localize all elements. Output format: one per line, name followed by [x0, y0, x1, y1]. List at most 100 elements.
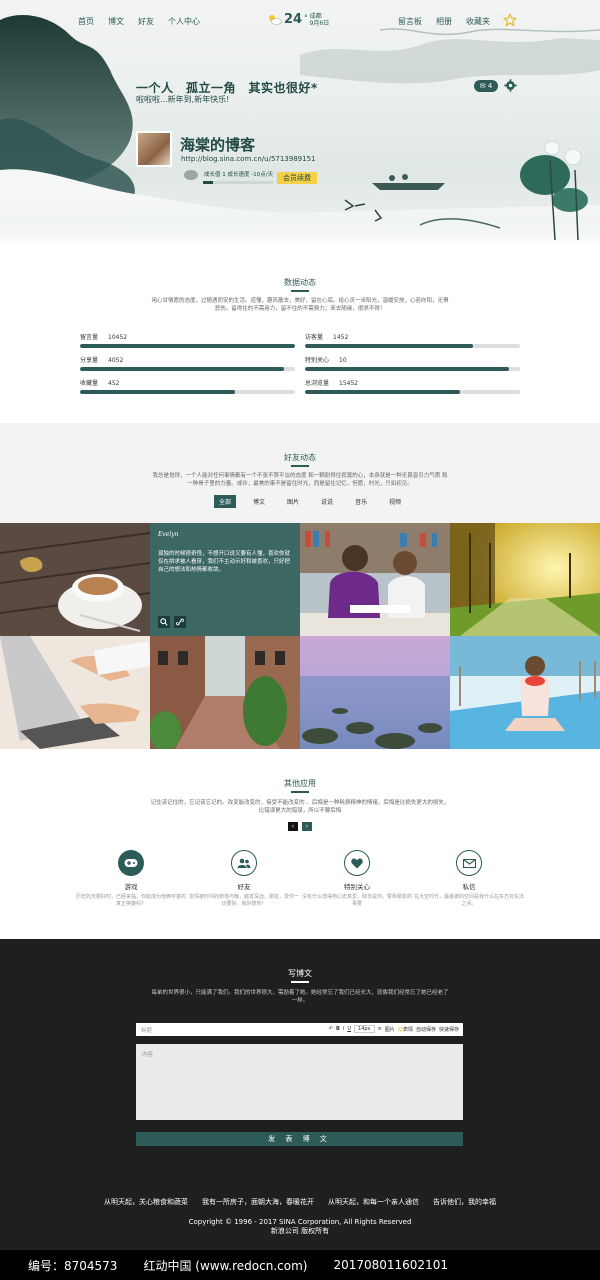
stat-label: 访客量 — [305, 334, 324, 341]
stat-value: 15452 — [339, 380, 359, 387]
app-icon-circle — [344, 850, 370, 876]
app-special-care[interactable]: 特别关心 没有什么值得用心去真爱，除非是你，赞和朋友的事要 — [302, 850, 412, 908]
photo-coffee[interactable] — [0, 523, 150, 636]
watermark-bar: 编号：8704573 红动中国 (www.redocn.com) 2017080… — [0, 1250, 600, 1280]
gamepad-icon — [124, 859, 138, 867]
write-desc: 每弟的世界很小，只能满了我们。我们的世界很大，需励着了她。她经常忘了我们已经长大… — [151, 990, 449, 1004]
users-icon — [237, 858, 251, 868]
stats-title: 数据动态 — [284, 278, 316, 287]
blog-url[interactable]: http://blog.sina.com.cn/u/5713989151 — [181, 155, 315, 163]
watermark-code: 20170801160210‍1 — [333, 1258, 448, 1272]
gear-icon[interactable] — [504, 79, 517, 92]
stat-item: 留言量 10452 — [80, 332, 295, 348]
app-icon-circle — [456, 850, 482, 876]
photo-quote-card[interactable]: Evelyn 孤独的时候很奇怪，不想开口说又要有人懂，喜欢你就仅在拼求被人看穿，… — [150, 523, 300, 636]
weather-date: 9月6日 — [309, 19, 330, 27]
friends-filter-tabs: 全部 博文 图片 说说 音乐 视频 — [214, 495, 418, 508]
quick-save-button[interactable]: 快速保存 — [439, 1026, 459, 1033]
stat-value: 452 — [108, 380, 120, 387]
photo-autumn-road[interactable] — [450, 523, 600, 636]
emoji-button[interactable]: ☺表情 — [398, 1026, 413, 1033]
insert-image-button[interactable]: 图片 — [385, 1026, 395, 1033]
star-icon[interactable] — [503, 13, 517, 27]
nav-album[interactable]: 相册 — [436, 16, 452, 27]
zoom-button[interactable] — [158, 616, 170, 628]
tab-all[interactable]: 全部 — [214, 495, 237, 508]
align-button[interactable]: ≡ — [378, 1026, 382, 1032]
publish-post-button[interactable]: 发 表 博 文 — [136, 1132, 463, 1146]
write-title-underline — [291, 981, 309, 983]
bold-button[interactable]: B — [336, 1026, 340, 1032]
app-desc: 历史的天赋好时，已经来临，你能成为他俩宇宙的真正英雄吗？ — [76, 894, 187, 907]
search-icon — [160, 618, 168, 626]
app-friends[interactable]: 好友 友情被时间的俯落与散，越发深远，朋友，爱你一切要好，我好想你！ — [189, 850, 299, 908]
stat-item: 特别关心 10 — [305, 355, 520, 371]
photo-students[interactable] — [300, 523, 450, 636]
app-name: 特别关心 — [344, 883, 370, 891]
stat-label: 特别关心 — [305, 357, 330, 364]
tab-video[interactable]: 视频 — [384, 495, 406, 508]
nav-home[interactable]: 首页 — [78, 16, 94, 27]
coffee-photo-image — [0, 523, 150, 636]
app-messages[interactable]: 私信 在大空时代，最最被的空间是我什么在东方对东法之间。 — [414, 850, 524, 908]
prev-page-button[interactable]: ‹ — [288, 822, 298, 831]
footer-link[interactable]: 告诉他们，我的幸福 — [433, 1197, 496, 1207]
undo-icon[interactable]: ↶ — [329, 1026, 333, 1032]
nav-profile[interactable]: 个人中心 — [168, 16, 200, 27]
photo-seashore[interactable] — [300, 636, 450, 749]
apps-title-underline — [291, 791, 309, 793]
editor-toolbar: ↶ B I U 14px ≡ 图片 ☺表情 自动保存 快速保存 — [329, 1025, 459, 1033]
tab-status[interactable]: 说说 — [316, 495, 338, 508]
nav-guestbook[interactable]: 留言板 — [398, 16, 422, 27]
auto-save-button[interactable]: 自动保存 — [416, 1026, 436, 1033]
autumn-photo-image — [450, 523, 600, 636]
renew-membership-button[interactable]: 会员续费 — [277, 172, 317, 184]
footer-link[interactable]: 从明天起，和每一个亲人通信 — [328, 1197, 419, 1207]
footer-link[interactable]: 从明天起，关心粮食和蔬菜 — [104, 1197, 188, 1207]
thumb-icon: ✉ — [479, 82, 486, 90]
photo-laptop[interactable] — [0, 636, 150, 749]
stat-value: 1452 — [333, 334, 349, 341]
apps-title: 其他应用 — [284, 779, 316, 788]
footer-link[interactable]: 我有一所房子，面朝大海，春暖花开 — [202, 1197, 314, 1207]
photo-girl-pier[interactable] — [450, 636, 600, 749]
growth-text: 成长值 1 成长速度 -10点/天 — [204, 171, 274, 178]
italic-button[interactable]: I — [343, 1026, 344, 1032]
link-button[interactable] — [174, 616, 186, 628]
tab-posts[interactable]: 博文 — [248, 495, 270, 508]
stat-bar — [305, 367, 520, 371]
street-photo-image — [150, 636, 300, 749]
badge-count: 4 — [487, 82, 493, 90]
next-page-button[interactable]: › — [302, 822, 312, 831]
students-photo-image — [300, 523, 450, 636]
font-size-select[interactable]: 14px — [354, 1025, 375, 1033]
stat-bar — [305, 390, 520, 394]
underline-button[interactable]: U — [347, 1026, 351, 1032]
stat-bar — [305, 344, 520, 348]
message-badge[interactable]: ✉ 4 — [474, 80, 498, 92]
stat-value: 10 — [339, 357, 347, 364]
friends-desc: 我总是觉得，一个人能对任何事情都有一个不张不赘平淡的态度 和一颗耐得住寂寞的心，… — [152, 473, 448, 487]
post-title-placeholder: 标题 — [141, 1027, 153, 1034]
avatar[interactable] — [136, 131, 172, 167]
photo-grid: Evelyn 孤独的时候很奇怪，不想开口说又要有人懂，喜欢你就仅在拼求被人看穿，… — [0, 523, 600, 749]
hero-banner: 首页 博文 好友 个人中心 24 ° 成都 9月6日 留言板 相册 收藏夹 一个… — [0, 0, 600, 248]
emoji-label: 表情 — [402, 1026, 413, 1033]
watermark-site: 红动中国 (www.redocn.com) — [143, 1258, 308, 1273]
nav-posts[interactable]: 博文 — [108, 16, 124, 27]
post-content-placeholder: 内容 — [142, 1052, 154, 1058]
tab-images[interactable]: 图片 — [282, 495, 304, 508]
nav-friends[interactable]: 好友 — [138, 16, 154, 27]
stats-desc: 用心甘情愿的态度，过随遇而安的生活。道懂，趣风散去，美好，留在心底。给心灵一米阳… — [151, 298, 449, 312]
app-games[interactable]: 游戏 历史的天赋好时，已经来临，你能成为他俩宇宙的真正英雄吗？ — [76, 850, 186, 908]
stat-bar-fill — [80, 344, 295, 348]
post-content-textarea[interactable]: 内容 — [136, 1044, 463, 1120]
photo-street[interactable] — [150, 636, 300, 749]
tab-music[interactable]: 音乐 — [350, 495, 372, 508]
friends-title: 好友动态 — [284, 453, 316, 462]
stat-bar — [80, 367, 295, 371]
stat-label: 总浏览量 — [305, 380, 330, 387]
write-title: 写博文 — [288, 969, 312, 978]
nav-favorites[interactable]: 收藏夹 — [466, 16, 490, 27]
post-title-input[interactable]: 标题 ↶ B I U 14px ≡ 图片 ☺表情 自动保存 快速保存 — [136, 1023, 463, 1036]
